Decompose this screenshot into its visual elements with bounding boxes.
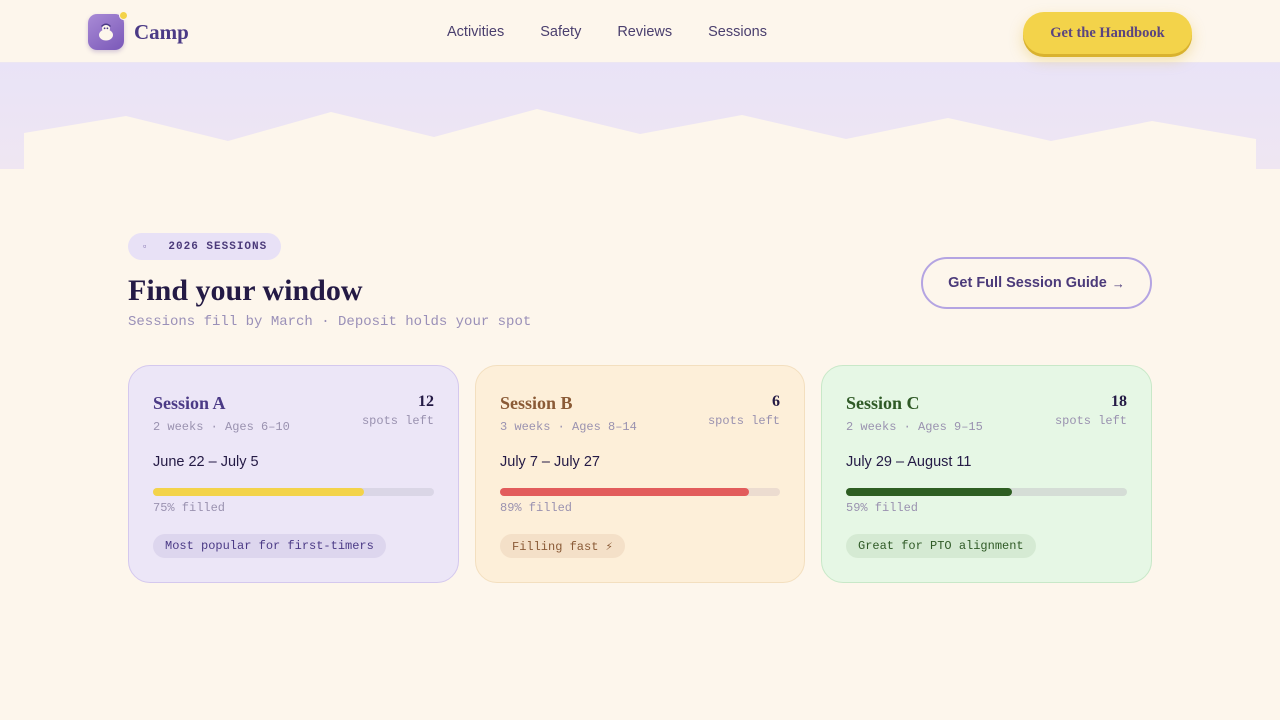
logo-badge-dot bbox=[119, 11, 128, 20]
eyebrow-label: 2026 SESSIONS bbox=[168, 240, 268, 253]
filled-label: 59% filled bbox=[846, 501, 919, 515]
arrow-right-icon: → bbox=[1111, 275, 1125, 291]
session-tag: Most popular for first-timers bbox=[153, 534, 386, 558]
session-card-a[interactable]: Session A 2 weeks · Ages 6–10 12 spots l… bbox=[128, 365, 459, 583]
nav-safety[interactable]: Safety bbox=[540, 23, 581, 41]
session-tag: Great for PTO alignment bbox=[846, 534, 1036, 558]
spots-label: spots left bbox=[707, 414, 780, 428]
spots-count: 12 bbox=[418, 393, 434, 410]
fill-progress-bar bbox=[500, 488, 780, 496]
fill-progress bbox=[846, 488, 1012, 496]
logo-mark bbox=[88, 11, 128, 50]
sessions-eyebrow-badge: ▫ 2026 SESSIONS bbox=[128, 233, 282, 260]
session-meta: 2 weeks · Ages 9–15 bbox=[846, 420, 983, 434]
calendar-icon: ▫ bbox=[142, 241, 149, 252]
brand-name: Camp bbox=[134, 19, 189, 44]
section-subtitle: Sessions fill by March · Deposit holds y… bbox=[128, 314, 532, 330]
session-cards: Session A 2 weeks · Ages 6–10 12 spots l… bbox=[128, 365, 1152, 583]
session-name: Session C bbox=[846, 393, 920, 413]
mountain-silhouette bbox=[24, 109, 1256, 169]
fill-progress-bar bbox=[153, 488, 434, 496]
session-meta: 2 weeks · Ages 6–10 bbox=[153, 420, 290, 434]
filled-label: 75% filled bbox=[153, 501, 226, 515]
sessions-section: ▫ 2026 SESSIONS Find your window Session… bbox=[128, 233, 1152, 330]
session-name: Session A bbox=[153, 393, 226, 413]
nav-reviews[interactable]: Reviews bbox=[617, 23, 672, 41]
camper-face-icon bbox=[99, 23, 113, 41]
guide-button-label: Get Full Session Guide bbox=[948, 275, 1107, 291]
spots-count: 18 bbox=[1111, 393, 1127, 410]
spots-label: spots left bbox=[1054, 414, 1127, 428]
session-dates: June 22 – July 5 bbox=[153, 454, 259, 470]
nav-activities[interactable]: Activities bbox=[447, 23, 504, 41]
session-dates: July 29 – August 11 bbox=[846, 454, 972, 470]
get-handbook-button[interactable]: Get the Handbook bbox=[1023, 12, 1192, 54]
full-session-guide-button[interactable]: Get Full Session Guide → bbox=[921, 257, 1152, 309]
site-header: Camp Activities Safety Reviews Sessions … bbox=[0, 0, 1280, 63]
session-card-c[interactable]: Session C 2 weeks · Ages 9–15 18 spots l… bbox=[821, 365, 1152, 583]
logo[interactable]: Camp bbox=[88, 11, 189, 50]
fill-progress bbox=[500, 488, 750, 496]
session-dates: July 7 – July 27 bbox=[500, 454, 600, 470]
spots-count: 6 bbox=[772, 393, 780, 410]
hero-band bbox=[0, 63, 1280, 169]
session-meta: 3 weeks · Ages 8–14 bbox=[500, 420, 637, 434]
session-tag: Filling fast ⚡ bbox=[500, 534, 625, 558]
filled-label: 89% filled bbox=[500, 501, 573, 515]
fill-progress bbox=[153, 488, 364, 496]
spots-label: spots left bbox=[361, 414, 434, 428]
main-nav: Activities Safety Reviews Sessions bbox=[447, 23, 803, 41]
fill-progress-bar bbox=[846, 488, 1127, 496]
session-name: Session B bbox=[500, 393, 573, 413]
nav-sessions[interactable]: Sessions bbox=[708, 23, 767, 41]
session-card-b[interactable]: Session B 3 weeks · Ages 8–14 6 spots le… bbox=[475, 365, 805, 583]
